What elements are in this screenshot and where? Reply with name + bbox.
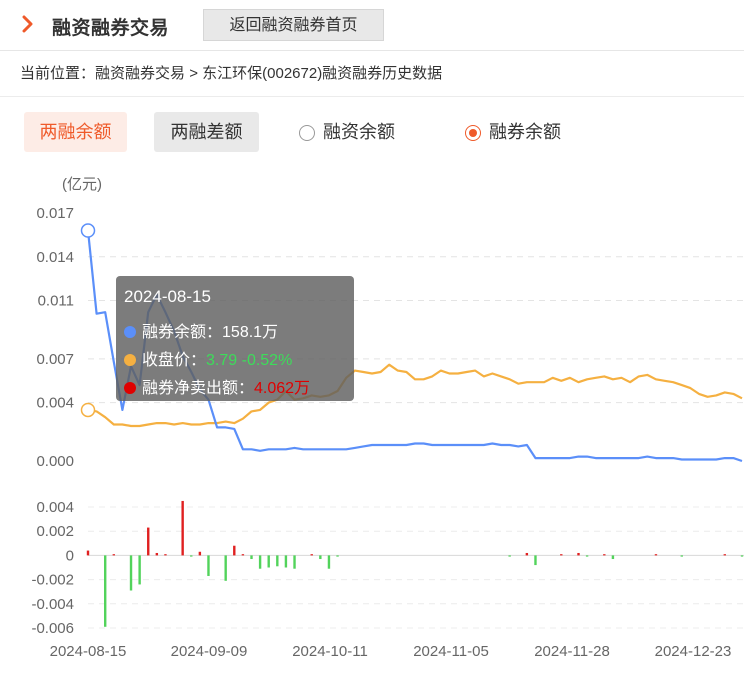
bar — [198, 551, 202, 556]
y-tick-label: 0.017 — [36, 205, 74, 222]
point-marker — [80, 402, 96, 418]
bar — [129, 555, 133, 591]
bar — [654, 554, 658, 556]
bar — [224, 555, 227, 581]
bar — [525, 552, 529, 556]
y-tick-label: 0 — [66, 547, 74, 564]
tooltip-value: 158.1万 — [222, 324, 279, 341]
bar — [104, 555, 107, 627]
bar — [258, 555, 262, 569]
y-tick-label: 0.014 — [36, 249, 74, 266]
bar — [560, 554, 563, 556]
bar — [155, 552, 159, 556]
radio-unchecked-icon — [299, 125, 315, 141]
tooltip-change: -0.52% — [241, 352, 293, 369]
breadcrumb-current: 东江环保(002672)融资融券历史数据 — [202, 65, 443, 82]
bar — [723, 554, 726, 556]
y-axis-label: (亿元) — [62, 176, 102, 193]
bar — [534, 555, 537, 566]
bar — [740, 555, 744, 557]
page-title: 融资融券交易 — [52, 18, 170, 39]
legend-dot-icon — [124, 326, 136, 338]
y-tick-label: -0.002 — [31, 572, 74, 589]
bar — [190, 555, 193, 557]
bar — [86, 550, 90, 556]
breadcrumb-separator: > — [185, 65, 203, 82]
radio-checked-icon — [465, 125, 481, 141]
bar — [284, 555, 288, 568]
y-tick-label: 0.011 — [38, 293, 74, 310]
bar — [112, 554, 116, 556]
radio-financing-balance[interactable]: 融资余额 — [299, 119, 395, 145]
y-tick-label: -0.006 — [31, 620, 74, 637]
y-tick-label: 0.002 — [36, 523, 74, 540]
bar — [250, 555, 253, 560]
tooltip: 2024-08-15 融券余额：158.1万 收盘价：3.79 -0.52% 融… — [116, 276, 354, 401]
tooltip-label: 收盘价： — [142, 352, 207, 369]
bar — [508, 555, 511, 557]
chevron-right-icon — [22, 15, 33, 33]
legend-dot-icon — [124, 354, 136, 366]
radio-label: 融券余额 — [489, 122, 561, 142]
y-tick-label: 0.007 — [36, 351, 74, 368]
tooltip-row-net-short: 融券净卖出额：4.062万 — [124, 374, 310, 398]
y-tick-label: -0.004 — [31, 596, 74, 613]
tooltip-label: 融券余额： — [142, 324, 223, 341]
top-bar: 融资融券交易 返回融资融券首页 — [0, 0, 744, 51]
legend-dot-icon — [124, 382, 136, 394]
bar — [585, 555, 589, 557]
point-marker — [80, 223, 96, 238]
x-tick-label: 2024-11-28 — [534, 643, 610, 660]
bar — [319, 555, 322, 560]
tab-margin-total[interactable]: 两融余额 — [24, 112, 127, 152]
y-tick-label: 0.004 — [36, 499, 74, 516]
x-tick-label: 2024-08-15 — [50, 643, 127, 660]
bar — [293, 555, 296, 569]
chart[interactable]: 0.017 0.014 0.011 0.007 0.004 0.000 (亿元) 0.004… — [0, 160, 744, 688]
bar — [603, 554, 606, 556]
tooltip-label: 融券净卖出额： — [142, 380, 255, 397]
breadcrumb-prefix: 当前位置： — [20, 65, 96, 82]
breadcrumb: 当前位置：融资融券交易 > 东江环保(002672)融资融券历史数据 — [20, 62, 442, 83]
radio-label: 融资余额 — [323, 122, 395, 142]
y-tick-label: 0.000 — [36, 453, 74, 470]
bar — [310, 554, 313, 556]
bar — [181, 500, 184, 556]
x-tick-label: 2024-12-23 — [655, 643, 732, 660]
radio-securities-lending-balance[interactable]: 融券余额 — [465, 119, 561, 145]
bar — [327, 555, 331, 569]
x-tick-label: 2024-10-11 — [292, 643, 368, 660]
bar — [336, 555, 339, 557]
bar — [207, 555, 210, 576]
bar — [577, 552, 580, 556]
bar — [138, 555, 141, 585]
y-tick-label: 0.004 — [36, 395, 74, 412]
x-tick-label: 2024-11-05 — [413, 643, 489, 660]
x-tick-label: 2024-09-09 — [171, 643, 248, 660]
back-home-button[interactable]: 返回融资融券首页 — [203, 9, 384, 41]
breadcrumb-link[interactable]: 融资融券交易 — [95, 65, 185, 82]
tooltip-row-balance: 融券余额：158.1万 — [124, 318, 278, 342]
bar — [611, 555, 615, 560]
bar — [147, 527, 150, 556]
tooltip-value: 3.79 — [206, 352, 238, 369]
bar — [233, 545, 236, 556]
bar — [276, 555, 279, 567]
bar — [680, 555, 683, 557]
tooltip-row-price: 收盘价：3.79 -0.52% — [124, 346, 292, 370]
bar — [267, 555, 270, 568]
divider — [0, 96, 744, 97]
tab-margin-difference[interactable]: 两融差额 — [154, 112, 259, 152]
bar — [241, 554, 245, 556]
tooltip-date: 2024-08-15 — [124, 287, 211, 306]
bar — [164, 554, 167, 556]
tooltip-value: 4.062万 — [254, 380, 311, 397]
